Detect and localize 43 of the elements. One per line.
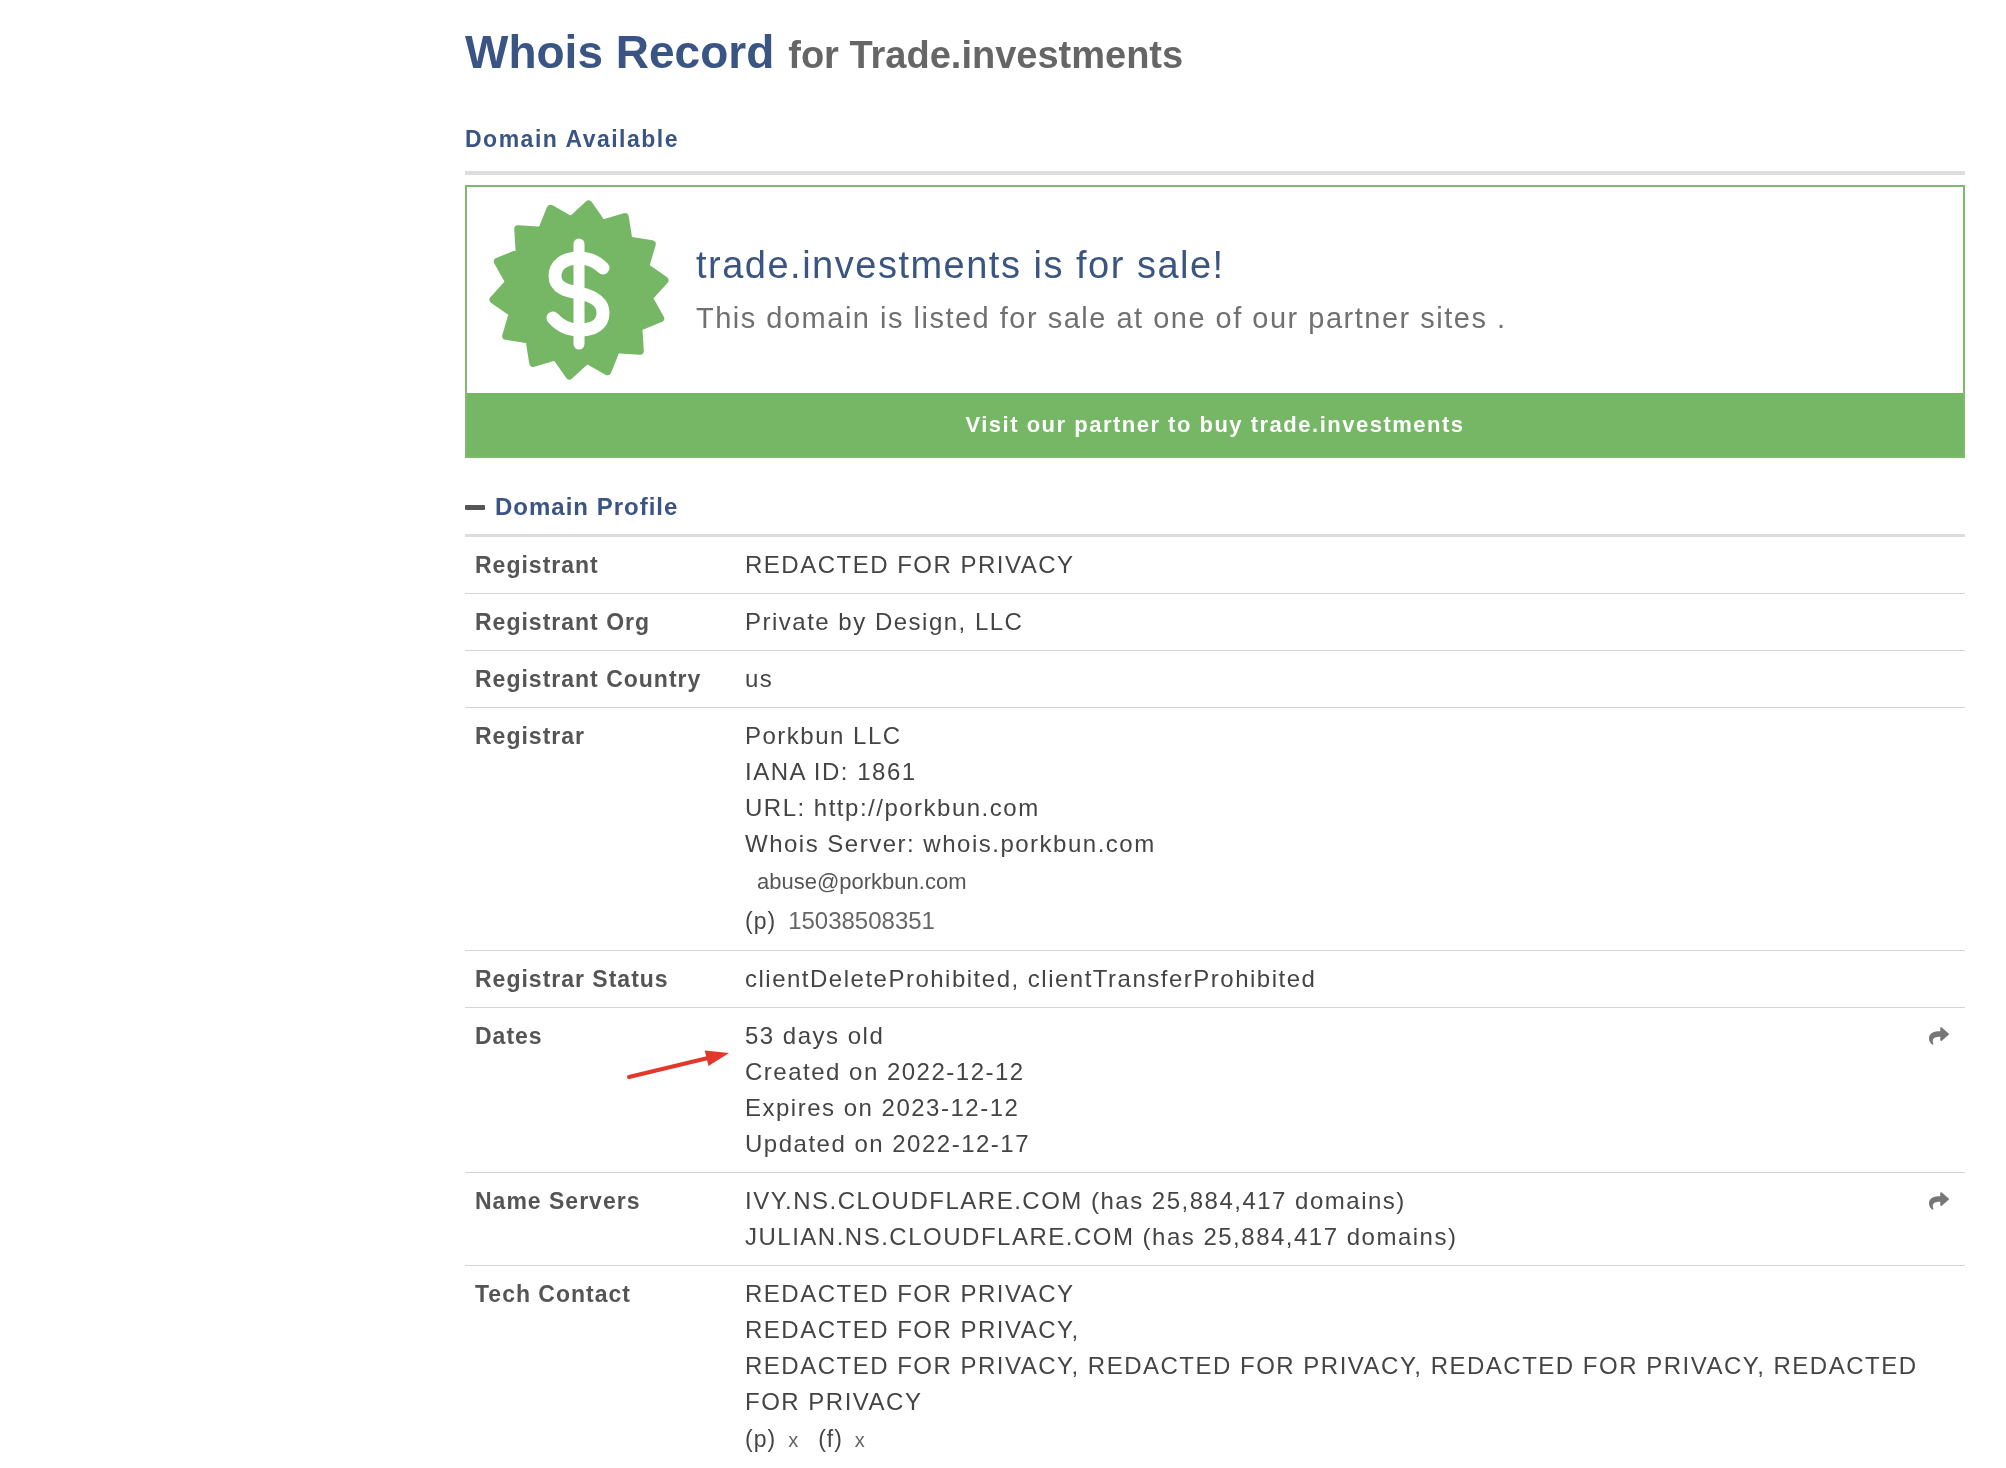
contact-number: x — [788, 1428, 799, 1453]
field-value: Porkbun LLC — [745, 721, 902, 751]
field-value: IVY.NS.CLOUDFLARE.COM (has 25,884,417 domains) — [745, 1186, 1406, 1216]
field-value: Whois Server: whois.porkbun.com — [745, 829, 1156, 859]
field-value: Expires on 2023-12-12 — [745, 1093, 1020, 1123]
field-label: Registrant — [474, 551, 600, 580]
page-title: Whois Record — [465, 25, 775, 80]
minus-icon[interactable] — [465, 504, 485, 510]
field-value: REDACTED FOR PRIVACY, REDACTED FOR PRIVACY, REDACTED FOR PRIVACY, REDACTED FOR PRIVACY — [745, 1351, 1919, 1417]
field-label: Dates — [474, 1022, 544, 1051]
field-label: Tech Contact — [474, 1280, 632, 1309]
field-label: Registrant Country — [474, 665, 703, 694]
email-address: abuse@porkbun.com — [757, 868, 967, 896]
dollar-seal-icon — [489, 200, 669, 380]
share-icon[interactable] — [1927, 1191, 1951, 1211]
contact-prefix: (p) — [745, 907, 777, 936]
field-value: REDACTED FOR PRIVACY, — [745, 1315, 1080, 1345]
field-value: Created on 2022-12-12 — [745, 1057, 1025, 1087]
contact-number: x — [854, 1428, 865, 1453]
section-heading: Domain Available — [465, 126, 680, 152]
share-icon[interactable] — [1927, 1026, 1951, 1046]
field-value: Private by Design, LLC — [745, 607, 1024, 637]
field-value: clientDeleteProhibited, clientTransferProhibited — [745, 964, 1317, 994]
field-value: IANA ID: 1861 — [745, 757, 917, 787]
page-subtitle: for Trade.investments — [788, 33, 1184, 78]
field-label: Registrant Org — [474, 608, 652, 637]
sale-description: This domain is listed for sale at one of our partner sites . — [696, 301, 1507, 336]
field-value: us — [745, 664, 774, 694]
field-label: Registrar Status — [474, 965, 670, 994]
field-label: Name Servers — [474, 1187, 642, 1216]
field-label: Registrar — [474, 722, 586, 751]
field-value: REDACTED FOR PRIVACY — [745, 550, 1075, 580]
field-value: JULIAN.NS.CLOUDFLARE.COM (has 25,884,417 domains) — [745, 1222, 1458, 1252]
field-value: REDACTED FOR PRIVACY — [745, 1279, 1075, 1309]
field-value: 53 days old — [745, 1021, 885, 1051]
sale-heading: trade.investments is for sale! — [696, 243, 1226, 288]
buy-domain-button[interactable]: Visit our partner to buy trade.investments — [467, 393, 1963, 456]
contact-prefix: (p) — [745, 1425, 777, 1454]
contact-number: 15038508351 — [788, 906, 935, 936]
section-heading: Domain Profile — [495, 492, 679, 522]
contact-prefix: (f) — [818, 1425, 843, 1454]
field-value: URL: http://porkbun.com — [745, 793, 1040, 823]
field-value: Updated on 2022-12-17 — [745, 1129, 1031, 1159]
